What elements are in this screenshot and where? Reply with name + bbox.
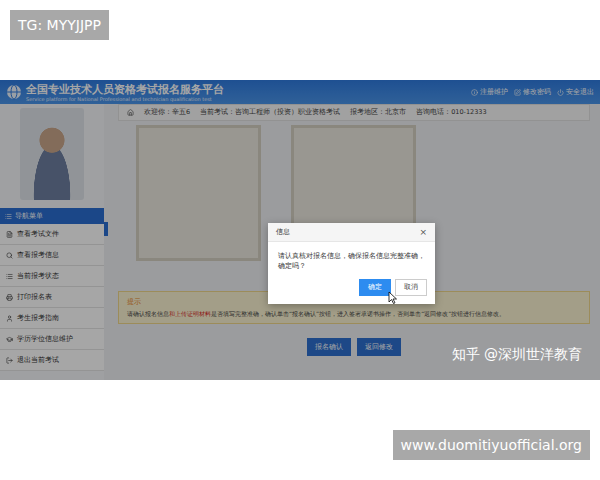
bottom-label: www.duomitiyuofficial.org	[393, 430, 590, 460]
confirm-dialog: 信息×请认真核对报名信息，确保报名信息完整准确，确定吗？确定取消	[268, 223, 435, 304]
cursor-icon	[388, 291, 398, 304]
screenshot: 全国专业技术人员资格考试报名服务平台Service platform for N…	[0, 80, 600, 380]
cancel-button[interactable]: 取消	[395, 279, 427, 296]
dialog-title: 信息×	[268, 223, 435, 242]
close-button[interactable]: ×	[419, 228, 427, 237]
dialog-message: 请认真核对报名信息，确保报名信息完整准确，确定吗？	[268, 242, 435, 279]
page: TG: MYYJJPP 全国专业技术人员资格考试报名服务平台Service pla…	[0, 0, 600, 480]
top-label: TG: MYYJJPP	[10, 10, 109, 40]
watermark: 知乎 @深圳世洋教育	[452, 346, 582, 364]
confirm-button[interactable]: 确定	[359, 279, 391, 296]
